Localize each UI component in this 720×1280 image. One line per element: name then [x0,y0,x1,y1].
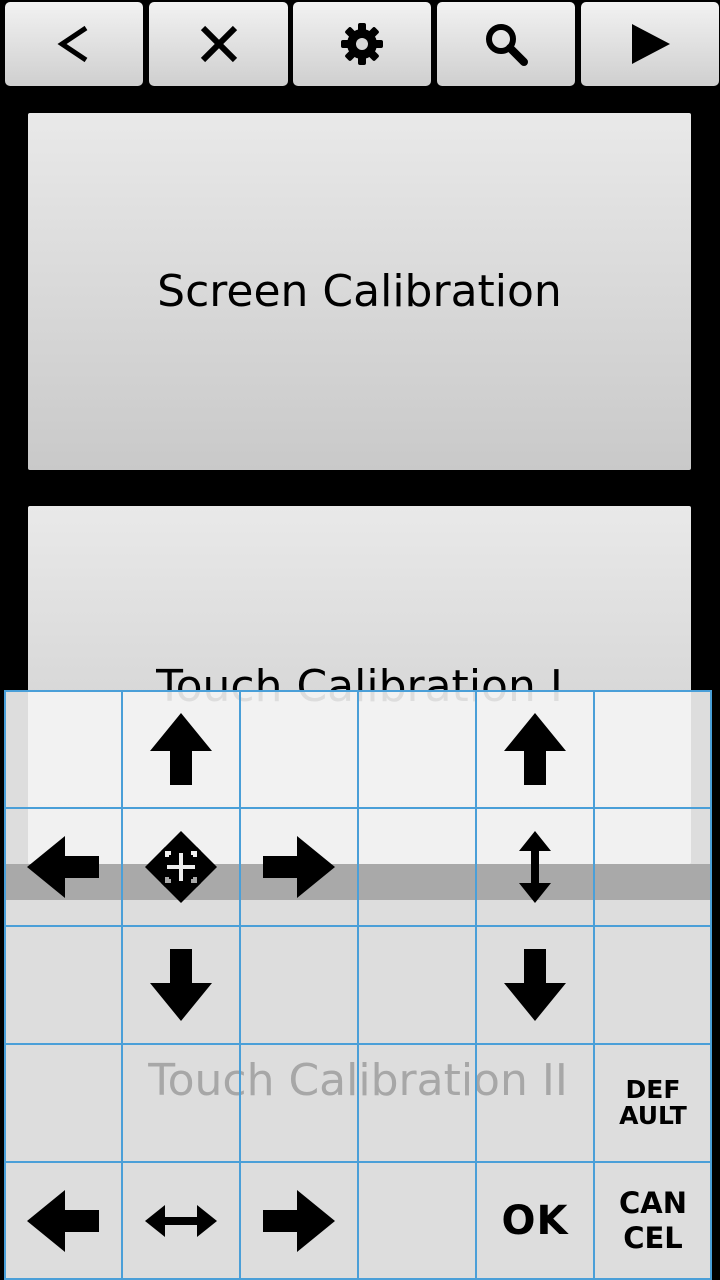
search-button[interactable] [437,2,575,86]
app-screen: Screen Calibration Touch Calibration I T… [0,0,720,1280]
gear-icon [340,22,384,66]
search-icon [484,22,528,66]
cancel-label-line1: CAN [619,1186,687,1221]
vertical-resize-icon [517,829,553,905]
move-right-button[interactable] [240,808,358,926]
scale-up-button[interactable] [476,690,594,808]
arrow-left-icon [25,834,101,900]
ok-label: OK [501,1198,569,1244]
arrow-up-icon [148,711,214,787]
arrow-right-icon [261,834,337,900]
move-down-button[interactable] [122,926,240,1044]
back-button[interactable] [5,2,143,86]
scale-vertical-button[interactable] [476,808,594,926]
cancel-label-line2: CEL [623,1221,683,1255]
scale-left-button[interactable] [4,1162,122,1280]
default-label-line2: AULT [619,1101,687,1130]
horizontal-resize-icon [143,1203,219,1239]
arrow-up-icon [502,711,568,787]
scale-down-button[interactable] [476,926,594,1044]
cancel-label: CAN CEL [619,1186,687,1256]
ok-button[interactable]: OK [476,1162,594,1280]
arrow-right-icon [261,1188,337,1254]
top-toolbar [0,0,720,90]
default-label: DEF AULT [619,1074,687,1130]
play-icon [628,22,672,66]
close-icon [199,24,239,64]
screen-calibration-label: Screen Calibration [157,266,562,317]
move-center-button[interactable] [122,808,240,926]
screen-calibration-button[interactable]: Screen Calibration [28,113,691,470]
move-left-button[interactable] [4,808,122,926]
settings-button[interactable] [293,2,431,86]
close-button[interactable] [149,2,288,86]
arrow-left-icon [25,1188,101,1254]
move-up-button[interactable] [122,690,240,808]
move-icon [143,829,219,905]
arrow-down-icon [502,947,568,1023]
arrow-down-icon [148,947,214,1023]
calibration-overlay: Touch Calibration II DEF AULT OK CAN CEL [4,690,712,1280]
cancel-button[interactable]: CAN CEL [594,1162,712,1280]
chevron-left-icon [54,22,94,66]
scale-right-button[interactable] [240,1162,358,1280]
scale-horizontal-button[interactable] [122,1162,240,1280]
play-button[interactable] [581,2,719,86]
default-button[interactable]: DEF AULT [594,1044,712,1162]
default-label-line1: DEF [625,1074,681,1104]
